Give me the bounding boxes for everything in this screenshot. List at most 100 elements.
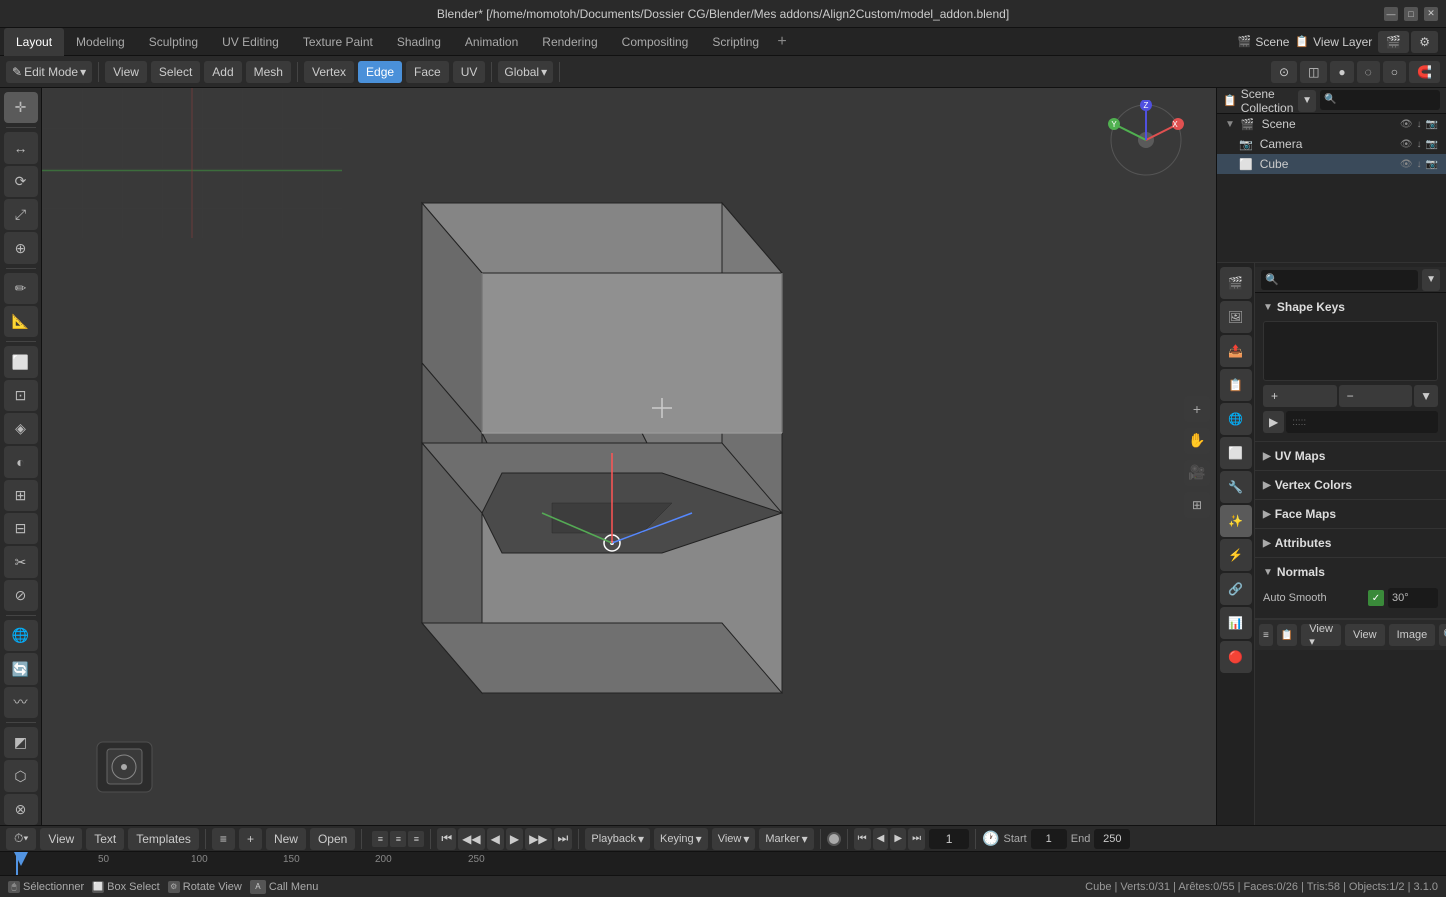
cube-sel-icon[interactable]: ↓: [1417, 159, 1422, 170]
timeline-templates-btn[interactable]: Templates: [128, 828, 199, 850]
step-fwd-btn[interactable]: ▶▶: [525, 828, 551, 850]
shape-keys-list[interactable]: [1263, 321, 1438, 381]
view-dropdown-tl[interactable]: View ▾: [712, 828, 756, 850]
props-physics-btn[interactable]: ⚡: [1220, 539, 1252, 571]
uv-button[interactable]: UV: [453, 61, 486, 83]
annotate-tool[interactable]: ✏: [4, 273, 38, 304]
props-search-input[interactable]: 🔍: [1261, 270, 1418, 290]
edge-button[interactable]: Edge: [358, 61, 402, 83]
cube-item[interactable]: ⬜ Cube 👁 ↓ 📷: [1217, 154, 1446, 174]
frame-nav-end[interactable]: ⏭: [908, 828, 925, 850]
frame-nav-next[interactable]: ▶: [890, 828, 906, 850]
props-modifier-btn[interactable]: 🔧: [1220, 471, 1252, 503]
frame-nav-start[interactable]: ⏮: [854, 828, 871, 850]
extrude-tool[interactable]: ⊡: [4, 380, 38, 411]
uv-maps-header[interactable]: ▶ UV Maps: [1255, 446, 1446, 466]
marker-add-btn[interactable]: ≡: [390, 831, 406, 847]
viewport[interactable]: User Orthographic (1) Cube: [42, 88, 1216, 825]
scene-collection-item[interactable]: ▼ 🎬 Scene 👁 ↓ 📷: [1217, 114, 1446, 134]
view-dropdown[interactable]: View ▾: [1301, 624, 1341, 646]
marker-del-btn[interactable]: ≡: [408, 831, 424, 847]
props-data-btn[interactable]: 📊: [1220, 607, 1252, 639]
timeline-track[interactable]: 1 50 100 150 200 250: [0, 852, 1446, 875]
render-settings-button[interactable]: ⚙: [1411, 31, 1438, 53]
props-world-btn[interactable]: 🌐: [1220, 403, 1252, 435]
current-frame-input[interactable]: 1: [929, 829, 969, 849]
marker-dropdown[interactable]: Marker ▾: [759, 828, 813, 850]
cam-sel-icon[interactable]: ↓: [1417, 139, 1422, 150]
cube-render-icon[interactable]: 📷: [1426, 159, 1438, 170]
frame-nav-prev[interactable]: ◀: [873, 828, 889, 850]
props-output-btn[interactable]: 📤: [1220, 335, 1252, 367]
timeline-view-btn[interactable]: View: [40, 828, 82, 850]
marker-list-btn[interactable]: ≡: [372, 831, 388, 847]
play-shape-key-btn[interactable]: ▶: [1263, 411, 1284, 433]
rip-tool[interactable]: ⊗: [4, 794, 38, 825]
tab-modeling[interactable]: Modeling: [64, 28, 137, 56]
transform-tool[interactable]: ⊕: [4, 232, 38, 263]
step-back-btn[interactable]: ◀◀: [458, 828, 484, 850]
scene-selector[interactable]: 🎬 Scene: [1238, 35, 1290, 49]
outliner-filter[interactable]: ▼: [1298, 90, 1316, 112]
poly-build-tool[interactable]: 🌐: [4, 620, 38, 651]
zoom-in-button[interactable]: +: [1184, 396, 1210, 422]
sel-icon[interactable]: ↓: [1417, 119, 1422, 130]
outliner-search[interactable]: 🔍: [1320, 90, 1440, 110]
face-button[interactable]: Face: [406, 61, 449, 83]
tab-rendering[interactable]: Rendering: [530, 28, 609, 56]
smooth-tool[interactable]: 〰: [4, 687, 38, 718]
props-nav-icon[interactable]: ≡: [1259, 624, 1273, 646]
filter-button[interactable]: ▼: [1422, 269, 1440, 291]
move-tool[interactable]: ↔: [4, 132, 38, 163]
auto-smooth-checkbox[interactable]: ✓: [1368, 590, 1384, 606]
normals-header[interactable]: ▼ Normals: [1255, 562, 1446, 582]
snap-button[interactable]: 🧲: [1409, 61, 1440, 83]
close-button[interactable]: ✕: [1424, 7, 1438, 21]
cursor-tool[interactable]: ✛: [4, 92, 38, 123]
shading-material[interactable]: ◌: [1357, 61, 1380, 83]
quad-view-button[interactable]: ⊞: [1184, 492, 1210, 518]
cube-vis-icon[interactable]: 👁: [1400, 159, 1413, 170]
play-btn[interactable]: ▶: [506, 828, 523, 850]
face-maps-header[interactable]: ▶ Face Maps: [1255, 504, 1446, 524]
overlay-button[interactable]: ⊙: [1271, 61, 1297, 83]
props-object-btn[interactable]: ⬜: [1220, 437, 1252, 469]
tab-compositing[interactable]: Compositing: [610, 28, 701, 56]
mesh-button[interactable]: Mesh: [246, 61, 291, 83]
view2-dropdown[interactable]: View: [1345, 624, 1385, 646]
props-particles-btn[interactable]: ✨: [1220, 505, 1252, 537]
tab-scripting[interactable]: Scripting: [700, 28, 771, 56]
vertex-colors-header[interactable]: ▶ Vertex Colors: [1255, 475, 1446, 495]
xray-button[interactable]: ◫: [1300, 61, 1327, 83]
add-workspace-button[interactable]: +: [771, 31, 793, 53]
props-scene-btn[interactable]: 🎬: [1220, 267, 1252, 299]
vis-icon[interactable]: 👁: [1400, 119, 1413, 130]
spin-tool[interactable]: 🔄: [4, 653, 38, 684]
camera-button[interactable]: 🎥: [1184, 460, 1210, 486]
offset-edge-tool[interactable]: ⊟: [4, 513, 38, 544]
add-button[interactable]: Add: [204, 61, 241, 83]
props-zoom-btn[interactable]: 🔍: [1439, 624, 1446, 646]
tab-sculpting[interactable]: Sculpting: [137, 28, 210, 56]
props-material-btn[interactable]: 🔴: [1220, 641, 1252, 673]
loop-cut-tool[interactable]: ⊞: [4, 480, 38, 511]
orientation-gizmo[interactable]: X Y Z: [1106, 100, 1186, 180]
pan-button[interactable]: ✋: [1184, 428, 1210, 454]
select-button[interactable]: Select: [151, 61, 200, 83]
play-reverse-btn[interactable]: ◀: [487, 828, 504, 850]
render-button[interactable]: 🎬: [1378, 31, 1409, 53]
cam-render-icon[interactable]: 📷: [1426, 139, 1438, 150]
tab-texture-paint[interactable]: Texture Paint: [291, 28, 385, 56]
minimize-button[interactable]: —: [1384, 7, 1398, 21]
bevel-tool[interactable]: ◐: [4, 446, 38, 477]
shape-key-menu-btn[interactable]: ▼: [1414, 385, 1438, 407]
cam-vis-icon[interactable]: 👁: [1400, 139, 1413, 150]
shear-tool[interactable]: ◩: [4, 727, 38, 758]
image-dropdown[interactable]: Image: [1389, 624, 1436, 646]
timeline-add-marker-btn[interactable]: +: [239, 828, 262, 850]
transform-selector[interactable]: Global ▾: [498, 61, 553, 83]
vertex-button[interactable]: Vertex: [304, 61, 354, 83]
tab-uv-editing[interactable]: UV Editing: [210, 28, 291, 56]
start-frame-input[interactable]: 1: [1031, 829, 1067, 849]
auto-smooth-value[interactable]: 30°: [1388, 588, 1438, 608]
